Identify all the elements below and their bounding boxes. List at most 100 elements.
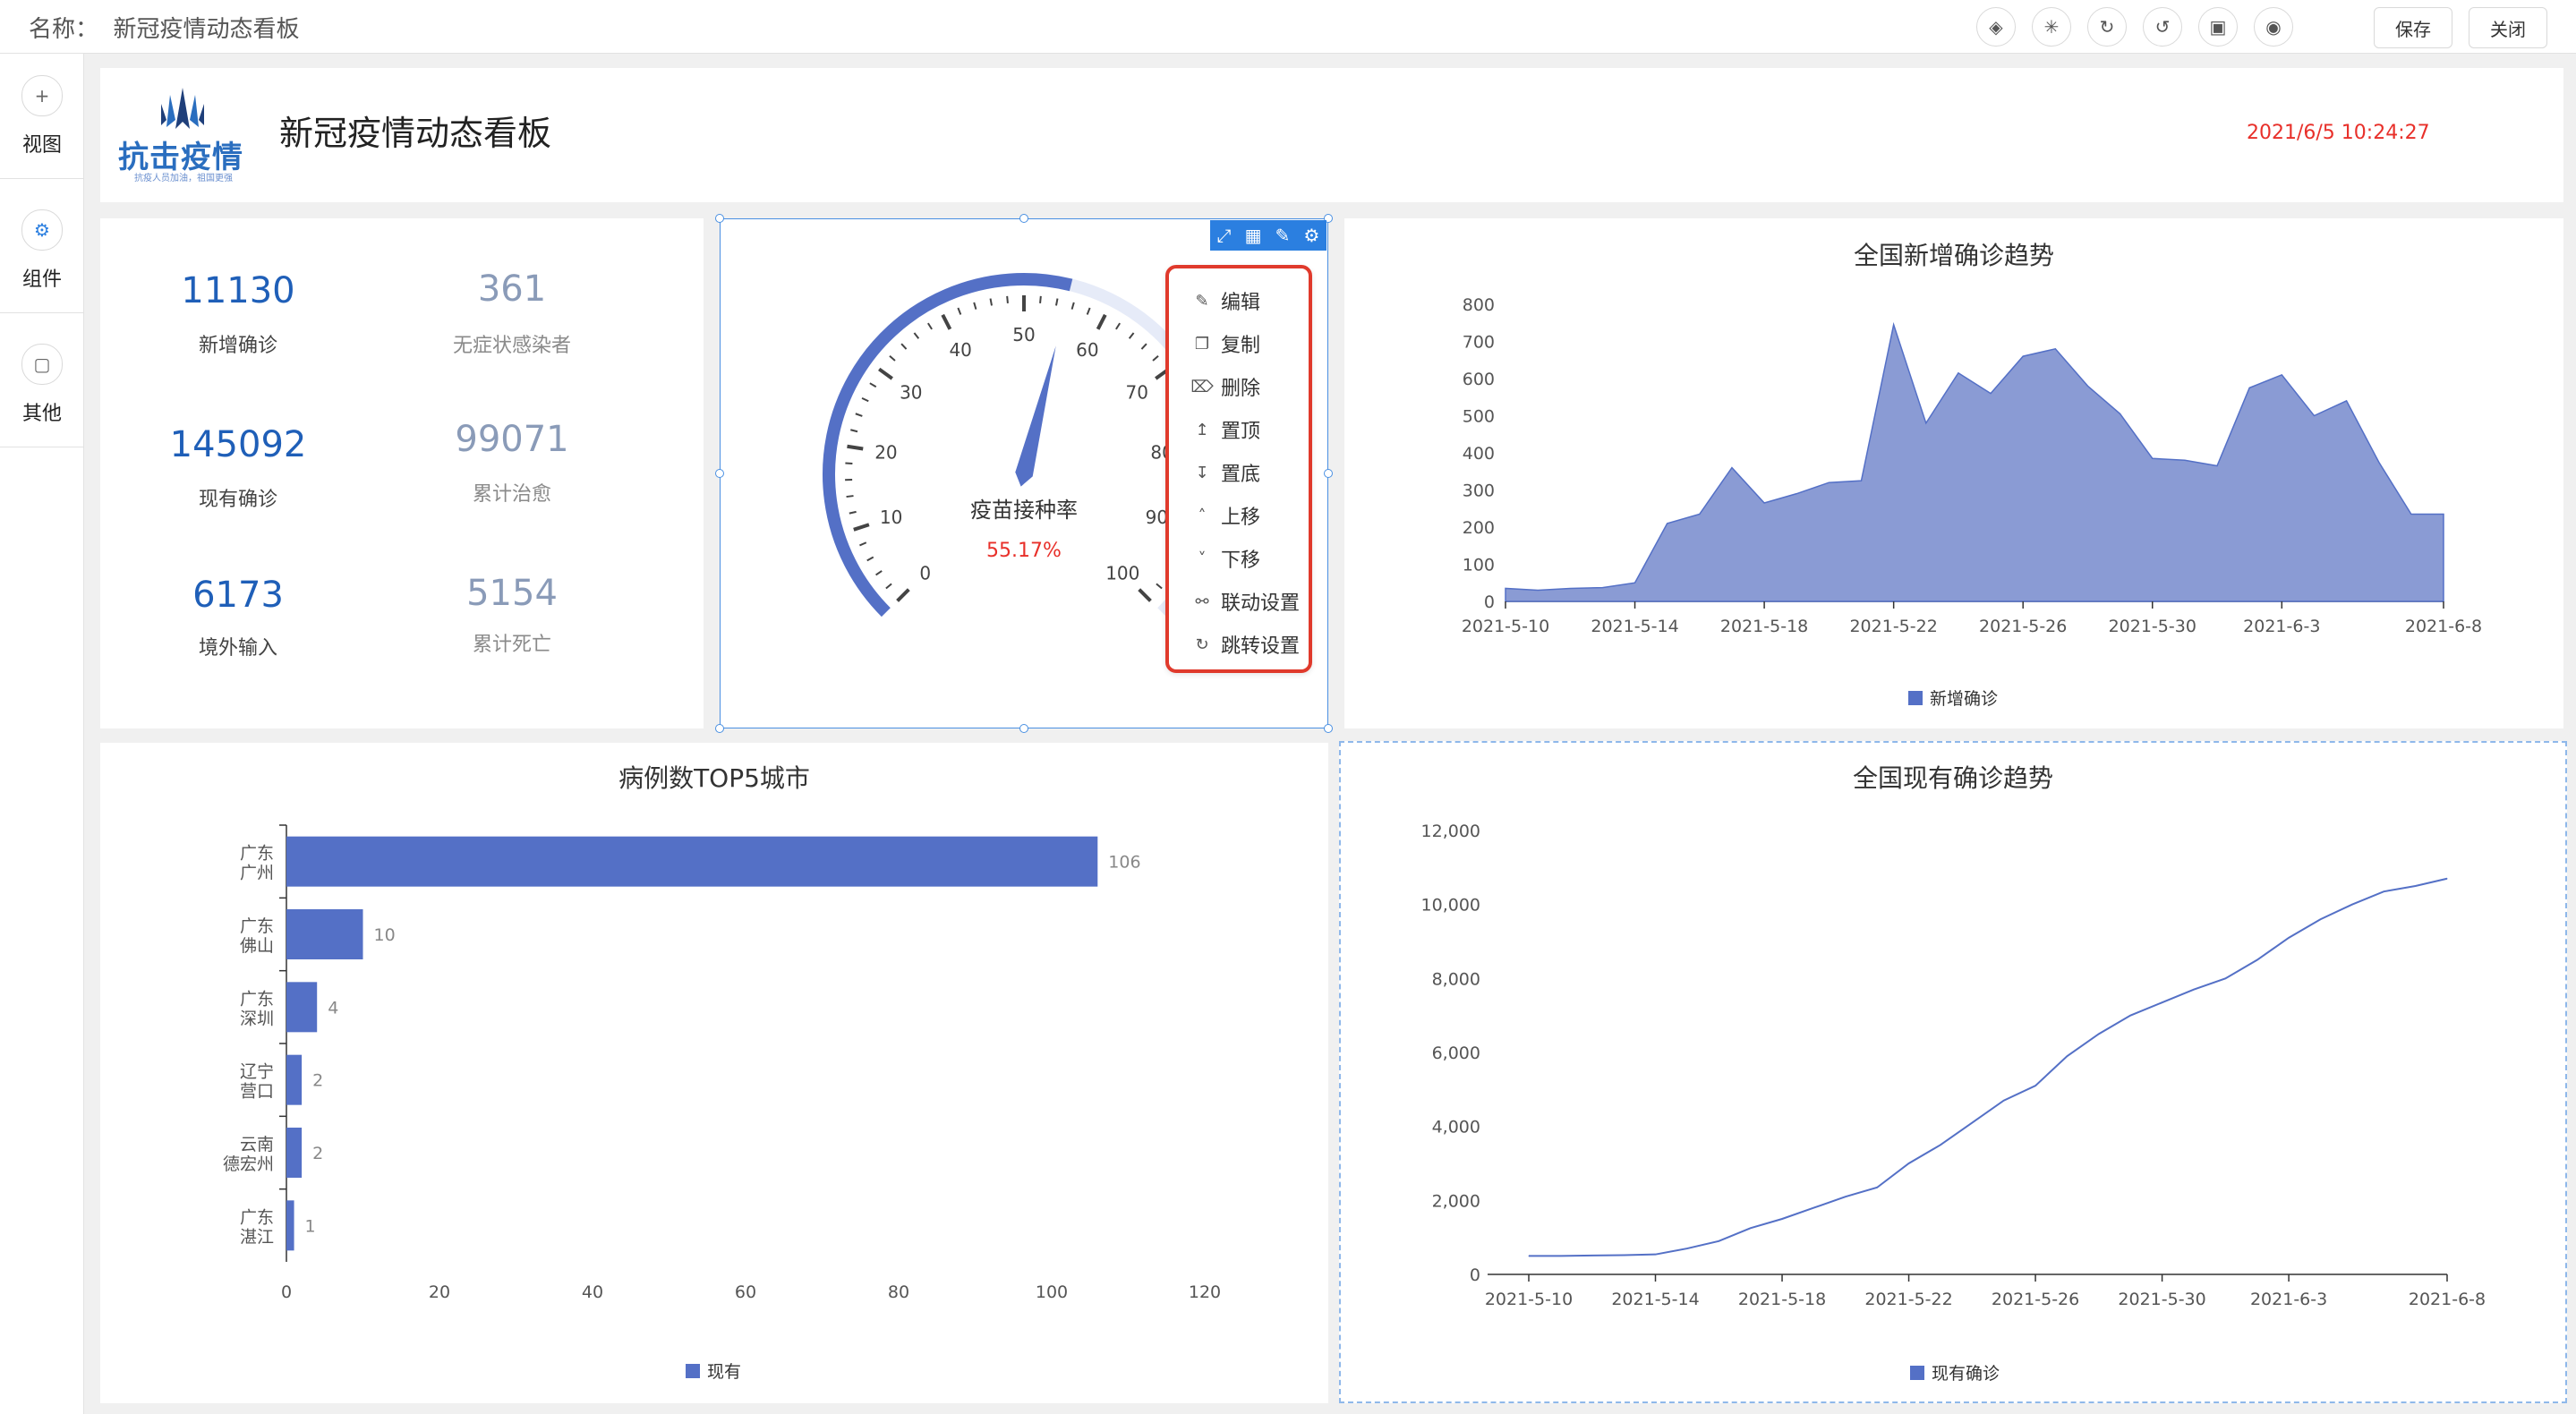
area-point <box>2184 459 2186 461</box>
stats-panel: 11130 新增确诊 361 无症状感染者 145092 现有确诊 99071 … <box>100 218 704 728</box>
layers-icon[interactable]: ◈ <box>1976 7 2016 47</box>
line-point <box>2256 959 2258 961</box>
legend-label: 现有 <box>707 1362 741 1382</box>
area-point <box>1731 467 1733 469</box>
context-menu-item[interactable]: ↥ 置顶 <box>1190 408 1260 451</box>
line-point <box>2446 878 2448 880</box>
logo-subtitle: 抗疫人员加油，祖国更强 <box>134 174 233 183</box>
y-tick-label: 2,000 <box>1432 1191 1480 1211</box>
save-button[interactable]: 保存 <box>2374 7 2452 48</box>
context-menu-label: 置底 <box>1221 464 1261 486</box>
redo-icon[interactable]: ↻ <box>2087 7 2127 47</box>
stat-value: 11130 <box>181 270 295 311</box>
resize-handle[interactable] <box>1324 724 1333 733</box>
area-point <box>2313 415 2315 416</box>
context-menu-item[interactable]: ↧ 置底 <box>1190 451 1260 494</box>
context-menu-label: 复制 <box>1221 335 1261 357</box>
y-tick-label: 500 <box>1463 407 1495 427</box>
y-tick-label: 10,000 <box>1421 896 1480 916</box>
stat-value: 99071 <box>455 419 569 460</box>
line-point <box>2351 904 2353 906</box>
line-point <box>1686 1248 1688 1249</box>
stat-label: 现有确诊 <box>198 489 277 511</box>
undo-icon[interactable]: ↺ <box>2143 7 2182 47</box>
y-tick-label: 300 <box>1463 481 1495 501</box>
stat-value: 5154 <box>466 573 558 614</box>
name-label: 名称： <box>29 16 99 43</box>
to-top-icon: ↥ <box>1195 420 1209 439</box>
area-series <box>1505 321 2444 602</box>
datetime-display: 2021/6/5 10:24:27 <box>2247 122 2430 144</box>
sidebar-item-components[interactable]: ⚙ 组件 <box>0 188 84 313</box>
y-tick-label: 0 <box>1484 592 1495 612</box>
sidebar-item-label: 其他 <box>21 402 62 425</box>
x-tick-label: 2021-5-22 <box>1849 617 1937 636</box>
bar-chart: 0 20 40 60 80 100 120106广东广州10广东佛山4广东深圳2辽宁营口2云… <box>223 824 1221 1382</box>
x-tick-label: 2021-5-10 <box>1485 1290 1573 1309</box>
context-menu-item[interactable]: ˄ 上移 <box>1190 494 1261 537</box>
box-icon: ▢ <box>21 343 63 385</box>
x-tick-label: 2021-6-8 <box>2405 617 2482 636</box>
y-tick-label: 6,000 <box>1432 1043 1480 1063</box>
existing-cases-chart-panel[interactable]: 全国现有确诊趋势 0 2,000 4,000 6,000 8,000 10,000 12,0… <box>1339 741 2567 1403</box>
bar-value-label: 4 <box>328 998 338 1018</box>
area-point <box>1667 523 1668 524</box>
sidebar-item-other[interactable]: ▢ 其他 <box>0 322 84 447</box>
y-tick-label: 0 <box>1470 1265 1480 1285</box>
file-icon[interactable]: ▣ <box>2198 7 2238 47</box>
jump-icon: ↻ <box>1195 635 1209 654</box>
resize-handle[interactable] <box>715 724 724 733</box>
stat-value: 6173 <box>192 575 284 616</box>
line-point <box>2415 885 2417 887</box>
eye-icon[interactable]: ◉ <box>2254 7 2293 47</box>
area-point <box>1925 422 1927 424</box>
area-point <box>1601 587 1603 589</box>
context-menu-item[interactable]: ⚯ 联动设置 <box>1190 580 1300 623</box>
resize-handle[interactable] <box>1019 724 1028 733</box>
grid-icon[interactable]: ▦ <box>1245 225 1262 246</box>
line-chart: 0 2,000 4,000 6,000 8,000 10,000 12,000 2021-5-… <box>1421 822 2486 1384</box>
sidebar-item-view[interactable]: + 视图 <box>0 54 84 179</box>
context-menu-item[interactable]: ❐ 复制 <box>1190 322 1260 365</box>
stat-label: 累计治愈 <box>472 483 551 506</box>
resize-handle[interactable] <box>1019 214 1028 223</box>
line-point <box>2193 989 2195 991</box>
plus-circle-icon: + <box>21 74 63 116</box>
bar <box>286 909 363 959</box>
line-point <box>1876 1187 1878 1188</box>
legend-swatch <box>1910 1366 1924 1380</box>
context-menu-item[interactable]: ⌦ 删除 <box>1190 365 1260 408</box>
x-tick-label: 2021-5-10 <box>1462 617 1549 636</box>
y-tick-label: 云南 <box>240 1135 274 1154</box>
context-menu: ✎ 编辑 ❐ 复制 ⌦ 删除 ↥ 置顶 ↧ 置底 ˄ 上移 ˅ 下移 ⚯ 联动设置 ↻ 跳转设置 <box>1165 265 1312 673</box>
name-value: 新冠疫情动态看板 <box>113 16 300 43</box>
line-point <box>1591 1255 1593 1256</box>
context-menu-label: 置顶 <box>1221 421 1261 443</box>
x-tick-label: 0 <box>281 1282 292 1302</box>
context-menu-item[interactable]: ✎ 编辑 <box>1190 279 1260 322</box>
resize-handle[interactable] <box>1324 469 1333 478</box>
bar-value-label: 2 <box>312 1144 323 1163</box>
context-menu-item[interactable]: ↻ 跳转设置 <box>1190 623 1300 666</box>
expand-icon[interactable]: ⤢ <box>1217 225 1232 246</box>
bar-value-label: 1 <box>305 1216 316 1236</box>
magic-icon[interactable]: ✳ <box>2032 7 2071 47</box>
edit-icon[interactable]: ✎ <box>1275 225 1291 246</box>
copy-icon: ❐ <box>1194 334 1210 354</box>
logo-emblem-icon <box>161 88 204 129</box>
y-tick-label: 广东 <box>240 916 274 936</box>
area-point <box>1828 481 1830 483</box>
context-menu-item[interactable]: ˅ 下移 <box>1190 537 1261 580</box>
x-tick-label: 2021-5-26 <box>1979 617 2067 636</box>
resize-handle[interactable] <box>715 214 724 223</box>
top-cities-chart-panel: 病例数TOP5城市 0 20 40 60 80 100 120 106 广东 广州 10 广东 佛山 4 广… <box>100 743 1328 1403</box>
settings-icon[interactable]: ⚙ <box>1304 225 1320 246</box>
y-tick-label: 广东 <box>240 844 274 864</box>
resize-handle[interactable] <box>715 469 724 478</box>
area-point <box>1990 393 1992 395</box>
area-point <box>2410 513 2412 515</box>
new-cases-chart-panel: 全国新增确诊趋势 0 100 200 300 400 500 600 700 800 2021-5… <box>1344 218 2563 728</box>
close-button[interactable]: 关闭 <box>2469 7 2547 48</box>
area-point <box>2346 400 2348 402</box>
y-tick-label: 广东 <box>240 1207 274 1227</box>
